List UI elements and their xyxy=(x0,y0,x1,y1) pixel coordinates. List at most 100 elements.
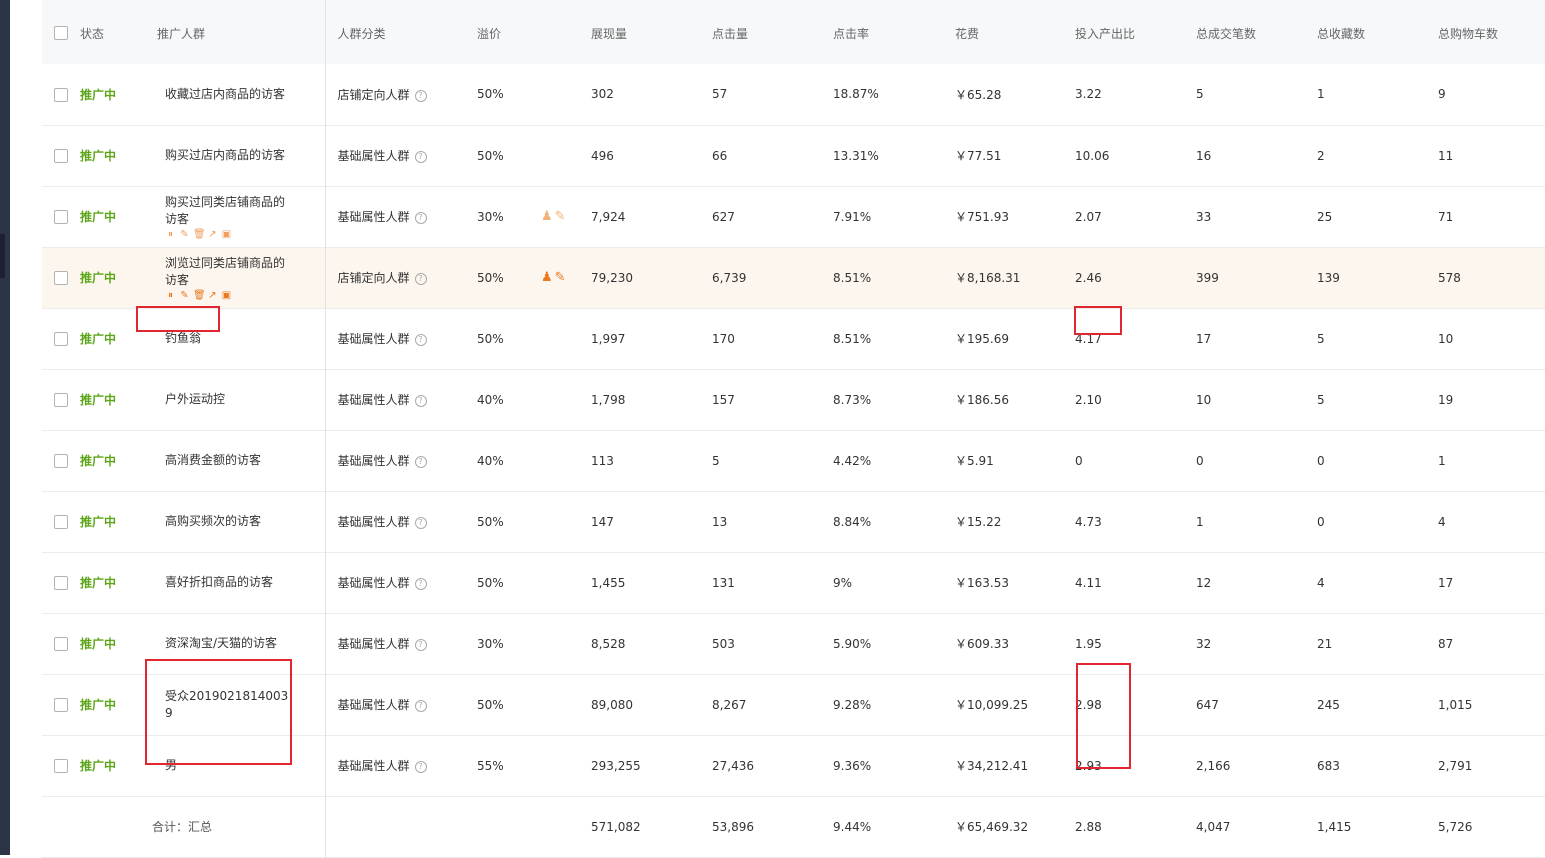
row-checkbox[interactable] xyxy=(54,636,68,651)
pencil-icon[interactable]: ✎ xyxy=(555,270,568,285)
row-select-cell[interactable] xyxy=(42,613,80,674)
audience-name[interactable]: 男 xyxy=(165,757,295,774)
question-icon[interactable]: ? xyxy=(414,151,427,163)
question-icon[interactable]: ? xyxy=(414,639,427,651)
table-row[interactable]: 推广中 收藏过店内商品的访客 店铺定向人群? 50% 302 57 18.87% ￥65.28… xyxy=(42,64,1545,125)
row-select-cell[interactable] xyxy=(42,735,80,796)
question-icon[interactable]: ? xyxy=(414,334,427,346)
audience-name[interactable]: 户外运动控 xyxy=(165,391,295,408)
chart-icon[interactable]: ↗ xyxy=(207,290,218,301)
row-select-cell[interactable] xyxy=(42,247,80,308)
question-icon[interactable]: ? xyxy=(414,89,427,102)
header-select-all[interactable] xyxy=(42,0,80,64)
question-icon[interactable]: ? xyxy=(414,578,427,590)
select-all-checkbox[interactable] xyxy=(54,25,68,40)
audience-name[interactable]: 钓鱼翁 xyxy=(165,330,295,347)
audience-name[interactable]: 购买过同类店铺商品的访客 xyxy=(165,194,295,228)
header-roi[interactable]: 投入产出比 xyxy=(1075,0,1196,64)
premium-cell[interactable]: 55% xyxy=(477,735,541,796)
premium-cell[interactable]: 30% xyxy=(477,613,541,674)
table-row[interactable]: 推广中 高消费金额的访客 基础属性人群? 40% 113 5 4.42% ￥5.91 0 0 0 1 xyxy=(42,430,1545,491)
premium-cell[interactable]: 50% xyxy=(477,552,541,613)
table-row[interactable]: 推广中男基础属性人群? 55% 293,255 27,436 9.36% ￥34,212.… xyxy=(42,735,1545,796)
header-ctr[interactable]: 点击率 xyxy=(833,0,955,64)
delete-icon[interactable]: 🗑 xyxy=(193,229,206,240)
audience-name[interactable]: 资深淘宝/天猫的访客 xyxy=(165,635,295,652)
table-row[interactable]: 推广中 购买过同类店铺商品的访客 ⏸ ✎ 🗑 ↗ ▣ 基础属性人群? 30% ♟✎ 7,924 627… xyxy=(42,186,1545,247)
header-premium[interactable]: 溢价 xyxy=(477,0,541,64)
report-icon[interactable]: ▣ xyxy=(221,229,232,240)
row-select-cell[interactable] xyxy=(42,491,80,552)
row-select-cell[interactable] xyxy=(42,369,80,430)
audience-name[interactable]: 浏览过同类店铺商品的访客 xyxy=(165,255,295,289)
audience-name[interactable]: 高消费金额的访客 xyxy=(165,452,295,469)
audience-name[interactable]: 购买过店内商品的访客 xyxy=(165,147,295,164)
premium-cell[interactable]: 50% xyxy=(477,247,541,308)
row-checkbox[interactable] xyxy=(54,87,68,102)
row-checkbox[interactable] xyxy=(54,453,68,468)
question-icon[interactable]: ? xyxy=(414,395,427,407)
question-icon[interactable]: ? xyxy=(414,700,427,712)
header-impressions[interactable]: 展现量 xyxy=(591,0,712,64)
sidebar-collapse-handle[interactable] xyxy=(0,234,5,278)
audience-name[interactable]: 高购买频次的访客 xyxy=(165,513,295,530)
pencil-icon[interactable]: ✎ xyxy=(555,209,568,224)
premium-cell[interactable]: 50% xyxy=(477,308,541,369)
audience-name[interactable]: 收藏过店内商品的访客 xyxy=(165,86,295,103)
row-checkbox[interactable] xyxy=(54,209,68,224)
header-orders[interactable]: 总成交笔数 xyxy=(1196,0,1317,64)
header-clicks[interactable]: 点击量 xyxy=(712,0,833,64)
question-icon[interactable]: ? xyxy=(414,273,427,285)
premium-cell[interactable]: 50% xyxy=(477,674,541,735)
row-checkbox[interactable] xyxy=(54,575,68,590)
premium-cell[interactable]: 50% xyxy=(477,64,541,125)
row-checkbox[interactable] xyxy=(54,331,68,346)
premium-cell[interactable]: 40% xyxy=(477,430,541,491)
row-checkbox[interactable] xyxy=(54,148,68,163)
bid-user-icon[interactable]: ♟ xyxy=(541,209,555,224)
report-icon[interactable]: ▣ xyxy=(221,290,232,301)
row-select-cell[interactable] xyxy=(42,552,80,613)
row-select-cell[interactable] xyxy=(42,430,80,491)
audience-name[interactable]: 喜好折扣商品的访客 xyxy=(165,574,295,591)
row-checkbox[interactable] xyxy=(54,514,68,529)
table-row[interactable]: 推广中 喜好折扣商品的访客 基础属性人群? 50% 1,455 131 9% ￥163.53 4… xyxy=(42,552,1545,613)
row-select-cell[interactable] xyxy=(42,674,80,735)
row-select-cell[interactable] xyxy=(42,125,80,186)
question-icon[interactable]: ? xyxy=(414,517,427,529)
header-favorites[interactable]: 总收藏数 xyxy=(1317,0,1438,64)
premium-cell[interactable]: 30% xyxy=(477,186,541,247)
table-row[interactable]: 推广中 钓鱼翁 基础属性人群? 50% 1,997 170 8.51% ￥195.69 4.17… xyxy=(42,308,1545,369)
question-icon[interactable]: ? xyxy=(414,212,427,224)
row-select-cell[interactable] xyxy=(42,64,80,125)
table-row[interactable]: 推广中 高购买频次的访客 基础属性人群? 50% 147 13 8.84% ￥15.22 4.7… xyxy=(42,491,1545,552)
row-checkbox[interactable] xyxy=(54,758,68,773)
header-cart[interactable]: 总购物车数 xyxy=(1438,0,1545,64)
row-select-cell[interactable] xyxy=(42,186,80,247)
table-row[interactable]: 推广中 资深淘宝/天猫的访客 基础属性人群? 30% 8,528 503 5.90% ￥609… xyxy=(42,613,1545,674)
table-row[interactable]: 推广中 浏览过同类店铺商品的访客 ⏸ ✎ 🗑 ↗ ▣ 店铺定向人群? 50% ♟✎ 79,230 6,… xyxy=(42,247,1545,308)
premium-cell[interactable]: 50% xyxy=(477,125,541,186)
header-audience[interactable]: 推广人群 xyxy=(157,0,326,64)
header-status[interactable]: 状态 xyxy=(80,0,157,64)
header-cost[interactable]: 花费 xyxy=(955,0,1075,64)
question-icon[interactable]: ? xyxy=(414,456,427,468)
table-row[interactable]: 推广中 户外运动控 基础属性人群? 40% 1,798 157 8.73% ￥186.56 2.… xyxy=(42,369,1545,430)
header-category[interactable]: 人群分类 xyxy=(325,0,477,64)
audience-name[interactable]: 受众20190218140039 xyxy=(165,688,295,722)
delete-icon[interactable]: 🗑 xyxy=(193,290,206,301)
question-icon[interactable]: ? xyxy=(414,761,427,773)
row-checkbox[interactable] xyxy=(54,697,68,712)
table-row[interactable]: 推广中 购买过店内商品的访客 基础属性人群? 50% 496 66 13.31% ￥77.51… xyxy=(42,125,1545,186)
edit-icon[interactable]: ✎ xyxy=(179,290,190,301)
premium-cell[interactable]: 50% xyxy=(477,491,541,552)
edit-icon[interactable]: ✎ xyxy=(179,229,190,240)
premium-cell[interactable]: 40% xyxy=(477,369,541,430)
row-select-cell[interactable] xyxy=(42,308,80,369)
pause-icon[interactable]: ⏸ xyxy=(165,290,176,301)
chart-icon[interactable]: ↗ xyxy=(207,229,218,240)
table-row[interactable]: 推广中 受众20190218140039 基础属性人群? 50% 89,080 8,267… xyxy=(42,674,1545,735)
row-checkbox[interactable] xyxy=(54,392,68,407)
row-checkbox[interactable] xyxy=(54,270,68,285)
pause-icon[interactable]: ⏸ xyxy=(165,229,176,240)
